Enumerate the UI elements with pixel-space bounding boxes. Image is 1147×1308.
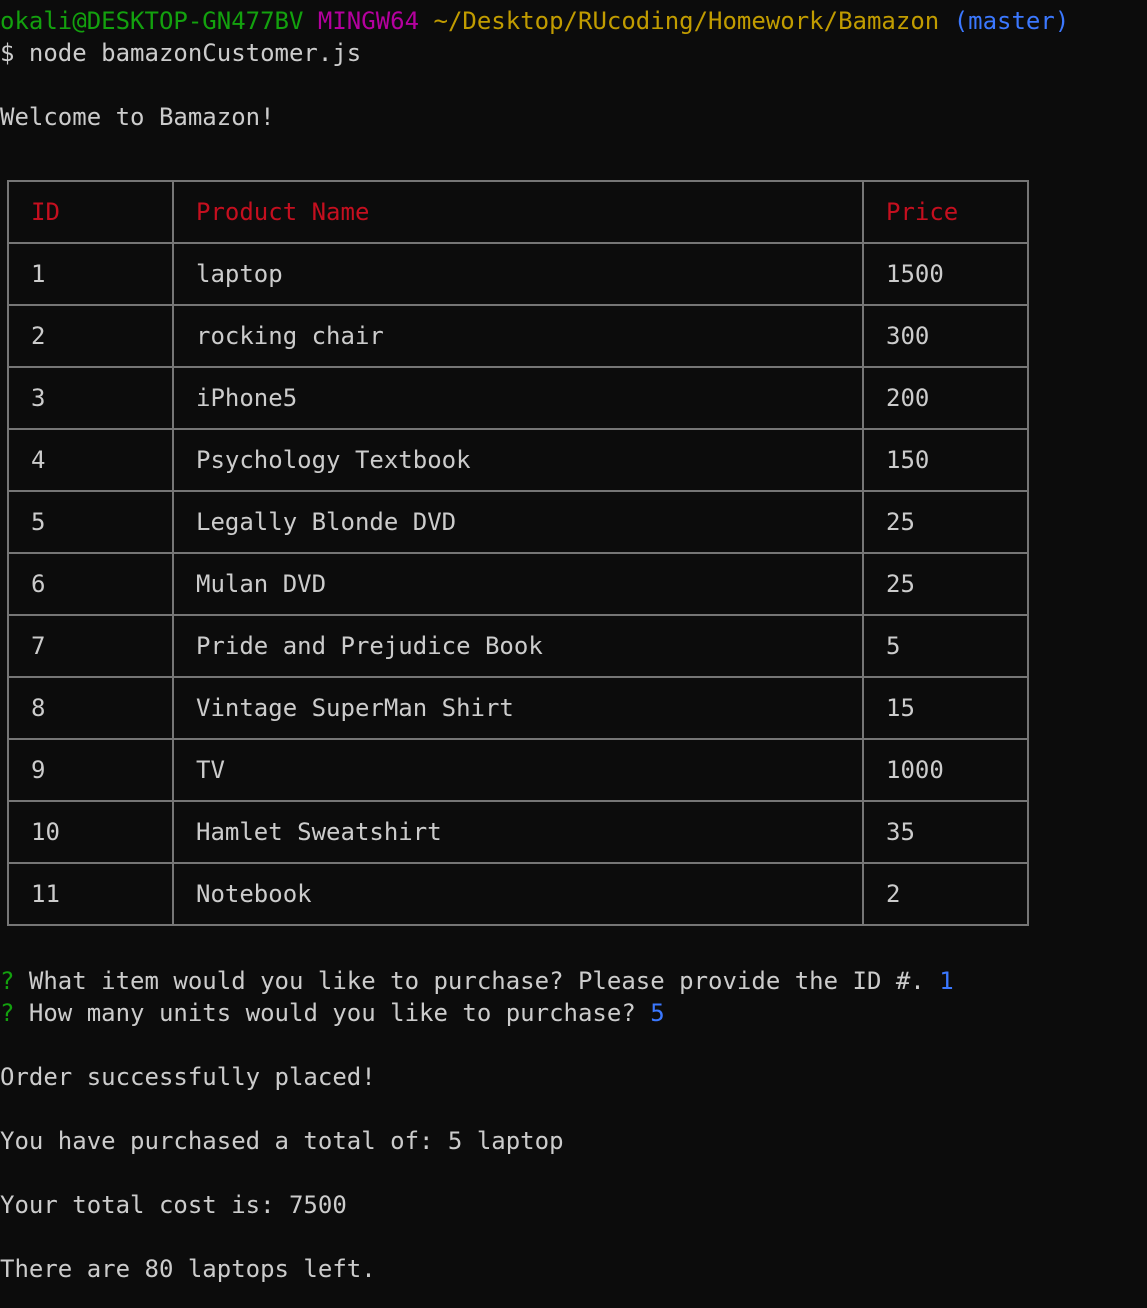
order-status: Order successfully placed! <box>0 1063 376 1091</box>
current-path: ~/Desktop/RUcoding/Homework/Bamazon <box>433 7 940 35</box>
shell-name: MINGW64 <box>317 7 420 35</box>
cell-price: 5 <box>862 614 1029 678</box>
cell-price: 150 <box>862 428 1029 492</box>
cell-product-name: Notebook <box>172 862 864 926</box>
cell-price: 15 <box>862 676 1029 740</box>
cell-product-name: Mulan DVD <box>172 552 864 616</box>
header-id: ID <box>7 180 174 244</box>
table-row: 11 Notebook 2 <box>7 862 1029 926</box>
question-mark-icon: ? <box>0 967 15 995</box>
question-text: How many units would you like to purchas… <box>28 999 636 1027</box>
cell-product-name: Legally Blonde DVD <box>172 490 864 554</box>
cell-price: 300 <box>862 304 1029 368</box>
question-mark-icon: ? <box>0 999 15 1027</box>
cell-id: 3 <box>7 366 174 430</box>
question-quantity: ? How many units would you like to purch… <box>0 997 665 1029</box>
header-product-name: Product Name <box>172 180 864 244</box>
table-row: 3 iPhone5 200 <box>7 366 1029 430</box>
purchase-summary: You have purchased a total of: 5 laptop <box>0 1127 564 1155</box>
cell-id: 9 <box>7 738 174 802</box>
table-row: 4 Psychology Textbook 150 <box>7 428 1029 492</box>
cell-price: 200 <box>862 366 1029 430</box>
cell-product-name: laptop <box>172 242 864 306</box>
table-row: 2 rocking chair 300 <box>7 304 1029 368</box>
table-header-row: ID Product Name Price <box>7 180 1029 244</box>
cell-id: 5 <box>7 490 174 554</box>
total-cost: Your total cost is: 7500 <box>0 1191 347 1219</box>
table-row: 7 Pride and Prejudice Book 5 <box>7 614 1029 678</box>
cell-price: 1500 <box>862 242 1029 306</box>
cell-id: 6 <box>7 552 174 616</box>
cell-product-name: Psychology Textbook <box>172 428 864 492</box>
cell-id: 1 <box>7 242 174 306</box>
cell-price: 35 <box>862 800 1029 864</box>
table-row: 9 TV 1000 <box>7 738 1029 802</box>
products-table: ID Product Name Price 1 laptop 1500 2 ro… <box>7 180 1029 926</box>
cell-price: 25 <box>862 552 1029 616</box>
cell-id: 7 <box>7 614 174 678</box>
table-row: 6 Mulan DVD 25 <box>7 552 1029 616</box>
table-row: 5 Legally Blonde DVD 25 <box>7 490 1029 554</box>
cell-id: 4 <box>7 428 174 492</box>
cell-price: 25 <box>862 490 1029 554</box>
cell-product-name: TV <box>172 738 864 802</box>
cell-id: 10 <box>7 800 174 864</box>
header-price: Price <box>862 180 1029 244</box>
cell-price: 2 <box>862 862 1029 926</box>
user-host: okali@DESKTOP-GN477BV <box>0 7 304 35</box>
command-line: $ node bamazonCustomer.js <box>0 39 362 67</box>
cell-id: 8 <box>7 676 174 740</box>
question-item-id: ? What item would you like to purchase? … <box>0 965 954 997</box>
answer-text[interactable]: 1 <box>939 967 953 995</box>
cell-id: 2 <box>7 304 174 368</box>
cell-product-name: iPhone5 <box>172 366 864 430</box>
cell-product-name: Pride and Prejudice Book <box>172 614 864 678</box>
table-row: 10 Hamlet Sweatshirt 35 <box>7 800 1029 864</box>
answer-text[interactable]: 5 <box>650 999 664 1027</box>
cell-product-name: Hamlet Sweatshirt <box>172 800 864 864</box>
shell-prompt-line: okali@DESKTOP-GN477BV MINGW64 ~/Desktop/… <box>0 5 1069 37</box>
cell-id: 11 <box>7 862 174 926</box>
welcome-message: Welcome to Bamazon! <box>0 103 275 131</box>
table-row: 1 laptop 1500 <box>7 242 1029 306</box>
cell-product-name: rocking chair <box>172 304 864 368</box>
cell-product-name: Vintage SuperMan Shirt <box>172 676 864 740</box>
table-row: 8 Vintage SuperMan Shirt 15 <box>7 676 1029 740</box>
question-text: What item would you like to purchase? Pl… <box>28 967 925 995</box>
stock-left: There are 80 laptops left. <box>0 1255 376 1283</box>
cell-price: 1000 <box>862 738 1029 802</box>
git-branch: (master) <box>953 7 1070 35</box>
